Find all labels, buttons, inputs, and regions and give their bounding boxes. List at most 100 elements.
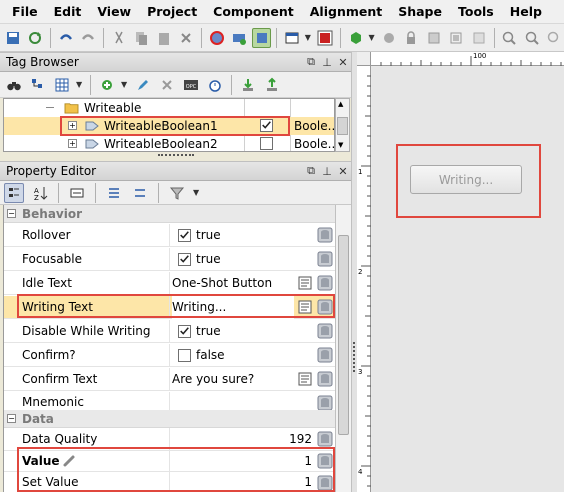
stop-icon[interactable] <box>316 28 335 48</box>
float-icon[interactable]: ⧉ <box>303 164 319 178</box>
text-editor-icon[interactable] <box>298 300 312 314</box>
prop-value[interactable]: One-Shot Button <box>172 272 272 295</box>
prop-row-set-value[interactable]: Set Value 1 <box>4 472 335 492</box>
binding-icon[interactable] <box>317 475 333 491</box>
scroll-down-icon[interactable]: ▼ <box>338 141 343 149</box>
binding-icon[interactable] <box>317 299 333 315</box>
dropdown-arrow-icon[interactable]: ▼ <box>368 33 376 42</box>
expand-all-icon[interactable] <box>104 183 124 203</box>
binding-icon[interactable] <box>317 395 333 411</box>
undo-icon[interactable] <box>56 28 75 48</box>
import-icon[interactable] <box>238 75 258 95</box>
layer-icon[interactable] <box>424 28 443 48</box>
copy-icon[interactable] <box>131 28 150 48</box>
menu-tools[interactable]: Tools <box>450 0 502 24</box>
text-editor-icon[interactable] <box>298 276 312 290</box>
focusable-checkbox[interactable] <box>178 253 191 266</box>
connection-icon[interactable] <box>229 28 248 48</box>
scrollbar-thumb[interactable] <box>338 235 349 435</box>
zoom-fit-icon[interactable] <box>545 28 564 48</box>
collapse-icon[interactable]: − <box>7 414 16 423</box>
filter-icon[interactable] <box>167 183 187 203</box>
prop-row-confirm-text[interactable]: Confirm Text Are you sure? <box>4 368 335 391</box>
categorized-icon[interactable] <box>4 182 24 203</box>
one-shot-button[interactable]: Writing... <box>410 165 522 194</box>
tree-row-folder[interactable]: Writeable <box>4 99 334 117</box>
edit-tag-icon[interactable] <box>133 75 153 95</box>
prop-value[interactable]: 1 <box>304 450 312 473</box>
binding-icon[interactable] <box>317 371 333 387</box>
prop-row-writing-text[interactable]: Writing Text Writing... <box>4 296 335 319</box>
close-icon[interactable]: ✕ <box>335 165 351 178</box>
menu-alignment[interactable]: Alignment <box>302 0 390 24</box>
tree-view-icon[interactable] <box>28 75 48 95</box>
tag-value-checkbox[interactable] <box>260 137 273 150</box>
prop-row-disable-while-writing[interactable]: Disable While Writing true <box>4 320 335 343</box>
paste-icon[interactable] <box>154 28 173 48</box>
prop-value[interactable]: Writing... <box>172 296 294 319</box>
float-icon[interactable]: ⧉ <box>303 55 319 69</box>
description-icon[interactable] <box>67 183 87 203</box>
opc-browser-icon[interactable]: OPC <box>181 75 201 95</box>
menu-component[interactable]: Component <box>205 0 302 24</box>
align-icon[interactable] <box>447 28 466 48</box>
export-icon[interactable] <box>262 75 282 95</box>
pane-splitter[interactable] <box>0 152 351 160</box>
design-canvas[interactable] <box>372 67 564 492</box>
new-tag-icon[interactable] <box>97 75 117 95</box>
zoom-in-icon[interactable] <box>500 28 519 48</box>
tag-tree-scrollbar[interactable]: ▲ ▼ <box>335 98 350 152</box>
menu-file[interactable]: File <box>4 0 46 24</box>
prop-value[interactable]: Are you sure? <box>172 368 254 391</box>
component-icon[interactable] <box>346 28 365 48</box>
redo-icon[interactable] <box>78 28 97 48</box>
category-data[interactable]: − Data <box>4 410 335 428</box>
tree-row-tag[interactable]: + WriteableBoolean1 Boole... <box>4 117 334 135</box>
prop-row-focusable[interactable]: Focusable true <box>4 248 335 271</box>
binding-icon[interactable] <box>317 347 333 363</box>
prop-row-rollover[interactable]: Rollover true <box>4 224 335 247</box>
delete-icon[interactable] <box>176 28 195 48</box>
dropdown-arrow-icon[interactable]: ▼ <box>121 80 129 89</box>
menu-project[interactable]: Project <box>139 0 205 24</box>
no-tag-icon[interactable] <box>207 28 226 48</box>
expand-icon[interactable]: + <box>68 121 77 130</box>
binding-icon[interactable] <box>317 251 333 267</box>
dropdown-arrow-icon[interactable]: ▼ <box>193 188 201 197</box>
prop-row-confirm[interactable]: Confirm? false <box>4 344 335 367</box>
scrollbar-thumb[interactable] <box>337 117 348 135</box>
grid-view-icon[interactable] <box>52 75 72 95</box>
dropdown-arrow-icon[interactable]: ▼ <box>76 80 84 89</box>
scroll-up-icon[interactable]: ▲ <box>338 100 343 108</box>
binding-icon[interactable] <box>317 453 333 469</box>
property-grid-scrollbar[interactable] <box>335 205 351 492</box>
confirm-checkbox[interactable] <box>178 349 191 362</box>
prop-row-idle-text[interactable]: Idle Text One-Shot Button <box>4 272 335 295</box>
refresh-icon[interactable] <box>25 28 44 48</box>
pin-icon[interactable]: ⊥ <box>319 165 335 178</box>
tree-row-tag[interactable]: + WriteableBoolean2 Boole... <box>4 135 334 151</box>
tag-value-checkbox[interactable] <box>260 119 273 132</box>
prop-row-value[interactable]: Value 1 <box>4 450 335 473</box>
expand-icon[interactable]: + <box>68 139 77 148</box>
disable-while-writing-checkbox[interactable] <box>178 325 191 338</box>
collapse-icon[interactable]: − <box>7 209 16 218</box>
binding-icon[interactable] <box>317 323 333 339</box>
comm-mode-icon[interactable] <box>251 27 272 48</box>
binding-icon[interactable] <box>317 431 333 447</box>
binding-icon[interactable] <box>317 227 333 243</box>
distribute-icon[interactable] <box>469 28 488 48</box>
window-icon[interactable] <box>282 28 301 48</box>
text-editor-icon[interactable] <box>298 372 312 386</box>
pin-icon[interactable]: ⊥ <box>319 56 335 69</box>
dropdown-arrow-icon[interactable]: ▼ <box>305 33 313 42</box>
prop-row-data-quality[interactable]: Data Quality 192 <box>4 428 335 451</box>
collapse-all-icon[interactable] <box>130 183 150 203</box>
lock-icon[interactable] <box>402 28 421 48</box>
delete-tag-icon[interactable] <box>157 75 177 95</box>
timer-icon[interactable] <box>205 75 225 95</box>
close-icon[interactable]: ✕ <box>335 56 351 69</box>
binding-icon[interactable] <box>317 275 333 291</box>
group-icon[interactable] <box>379 28 398 48</box>
menu-shape[interactable]: Shape <box>390 0 450 24</box>
